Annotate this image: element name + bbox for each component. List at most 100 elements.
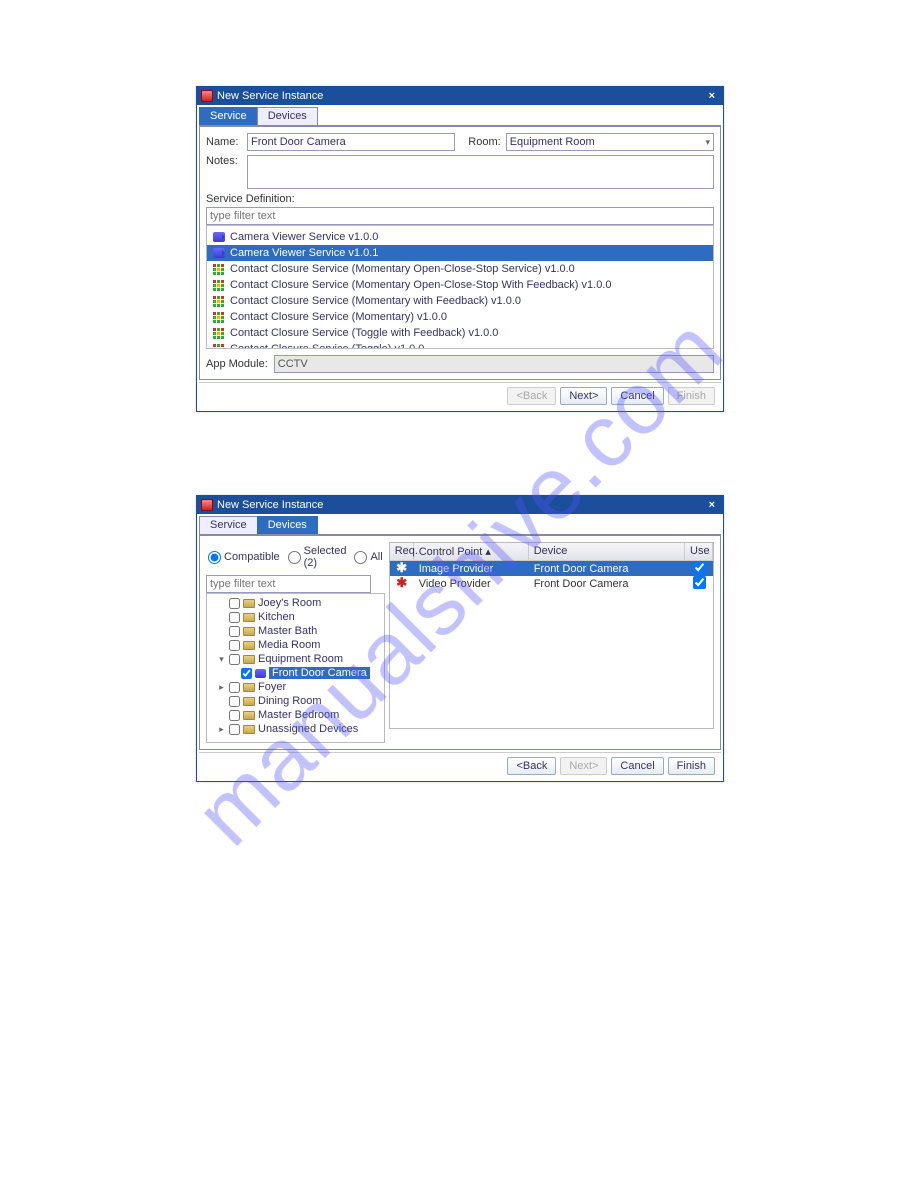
filter-radios: Compatible Selected (2) All <box>206 542 385 572</box>
window-title: New Service Instance <box>217 90 323 102</box>
tree-item[interactable]: ▸Unassigned Devices <box>207 722 384 736</box>
cancel-button[interactable]: Cancel <box>611 757 663 775</box>
control-point-table[interactable]: Req. Control Point ▴ Device Use ✱Image P… <box>389 542 714 729</box>
cell-cp: Video Provider <box>414 578 529 590</box>
name-input[interactable] <box>247 133 455 151</box>
dialog-new-service-instance-2: New Service Instance × Service Devices C… <box>196 495 724 782</box>
tree-item[interactable]: Joey's Room <box>207 596 384 610</box>
table-row[interactable]: ✱Image ProviderFront Door Camera <box>390 561 713 576</box>
camera-icon <box>213 232 225 242</box>
service-item[interactable]: Contact Closure Service (Toggle) v1.0.0 <box>207 341 713 349</box>
tree-filter-input[interactable] <box>206 575 371 593</box>
camera-icon <box>213 248 225 258</box>
service-item[interactable]: Contact Closure Service (Momentary Open-… <box>207 277 713 293</box>
service-def-label: Service Definition: <box>206 193 714 205</box>
close-icon[interactable]: × <box>705 499 719 511</box>
back-button: <Back <box>507 387 556 405</box>
tree-item[interactable]: Master Bath <box>207 624 384 638</box>
tree-checkbox[interactable] <box>229 640 240 651</box>
expander-icon[interactable]: ▸ <box>217 724 226 735</box>
grid-icon <box>213 296 225 306</box>
grid-icon <box>213 328 225 338</box>
grid-icon <box>213 312 225 322</box>
tree-item[interactable]: ▾ Equipment Room <box>207 652 384 666</box>
radio-all[interactable]: All <box>354 551 382 564</box>
tree-label: Master Bedroom <box>258 709 339 721</box>
tree-item[interactable]: Dining Room <box>207 694 384 708</box>
folder-icon <box>243 655 255 664</box>
folder-icon <box>243 683 255 692</box>
service-label: Contact Closure Service (Momentary Open-… <box>230 279 612 291</box>
tree-label: Media Room <box>258 639 320 651</box>
service-item[interactable]: Contact Closure Service (Toggle with Fee… <box>207 325 713 341</box>
tree-item[interactable]: Kitchen <box>207 610 384 624</box>
tree-item[interactable]: Media Room <box>207 638 384 652</box>
radio-selected[interactable]: Selected (2) <box>288 545 347 569</box>
tree-label: Master Bath <box>258 625 317 637</box>
notes-textarea[interactable] <box>247 155 714 189</box>
tree-item[interactable]: Front Door Camera <box>207 666 384 680</box>
tree-item[interactable]: Master Bedroom <box>207 708 384 722</box>
room-select[interactable]: Equipment Room ▾ <box>506 133 714 151</box>
use-checkbox[interactable] <box>693 561 706 574</box>
expander-icon[interactable]: ▸ <box>217 682 226 693</box>
close-icon[interactable]: × <box>705 90 719 102</box>
table-header: Req. Control Point ▴ Device Use <box>390 543 713 561</box>
tree-item[interactable]: ▸Foyer <box>207 680 384 694</box>
room-value: Equipment Room <box>510 136 595 148</box>
next-button: Next> <box>560 757 607 775</box>
table-row[interactable]: ✱Video ProviderFront Door Camera <box>390 576 713 591</box>
tree-checkbox[interactable] <box>229 612 240 623</box>
tree-checkbox[interactable] <box>229 626 240 637</box>
cell-device: Front Door Camera <box>529 578 685 590</box>
next-button[interactable]: Next> <box>560 387 607 405</box>
tree-checkbox[interactable] <box>229 724 240 735</box>
service-definition-list[interactable]: Camera Viewer Service v1.0.0 Camera Viewe… <box>206 225 714 349</box>
tab-service[interactable]: Service <box>199 516 258 534</box>
cell-cp: Image Provider <box>414 563 529 575</box>
tree-checkbox[interactable] <box>229 654 240 665</box>
button-bar: <Back Next> Cancel Finish <box>199 382 721 409</box>
service-label: Camera Viewer Service v1.0.0 <box>230 231 378 243</box>
device-icon <box>255 669 266 678</box>
tree-checkbox[interactable] <box>229 696 240 707</box>
dialog-body: Compatible Selected (2) All Joey's RoomK… <box>199 535 721 750</box>
col-device: Device <box>529 543 685 560</box>
tree-checkbox[interactable] <box>229 682 240 693</box>
dialog-body: Name: Room: Equipment Room ▾ Notes: Serv… <box>199 126 721 380</box>
tree-checkbox[interactable] <box>229 710 240 721</box>
service-label: Contact Closure Service (Toggle) v1.0.0 <box>230 343 424 349</box>
cancel-button[interactable]: Cancel <box>611 387 663 405</box>
tree-checkbox[interactable] <box>241 668 252 679</box>
folder-icon <box>243 627 255 636</box>
service-item[interactable]: Contact Closure Service (Momentary with … <box>207 293 713 309</box>
radio-compatible[interactable]: Compatible <box>208 551 280 564</box>
window-icon <box>201 499 213 511</box>
dialog-new-service-instance-1: New Service Instance × Service Devices N… <box>196 86 724 412</box>
tab-service[interactable]: Service <box>199 107 258 125</box>
service-filter-input[interactable] <box>206 207 714 225</box>
use-checkbox[interactable] <box>693 576 706 589</box>
service-label: Contact Closure Service (Momentary) v1.0… <box>230 311 447 323</box>
tree-label: Equipment Room <box>258 653 343 665</box>
titlebar[interactable]: New Service Instance × <box>197 87 723 105</box>
grid-icon <box>213 280 225 290</box>
service-item[interactable]: Contact Closure Service (Momentary) v1.0… <box>207 309 713 325</box>
device-tree[interactable]: Joey's RoomKitchenMaster BathMedia Room▾… <box>206 593 385 743</box>
service-item[interactable]: Contact Closure Service (Momentary Open-… <box>207 261 713 277</box>
service-item[interactable]: Camera Viewer Service v1.0.1 <box>207 245 713 261</box>
window-title: New Service Instance <box>217 499 323 511</box>
finish-button[interactable]: Finish <box>668 757 715 775</box>
tree-checkbox[interactable] <box>229 598 240 609</box>
grid-icon <box>213 344 225 349</box>
back-button[interactable]: <Back <box>507 757 556 775</box>
service-item[interactable]: Camera Viewer Service v1.0.0 <box>207 229 713 245</box>
col-req: Req. <box>390 543 414 560</box>
tab-devices[interactable]: Devices <box>257 107 318 125</box>
tab-devices[interactable]: Devices <box>257 516 318 534</box>
titlebar[interactable]: New Service Instance × <box>197 496 723 514</box>
folder-icon <box>243 641 255 650</box>
folder-icon <box>243 725 255 734</box>
service-label: Contact Closure Service (Momentary with … <box>230 295 521 307</box>
expander-icon[interactable]: ▾ <box>217 654 226 665</box>
